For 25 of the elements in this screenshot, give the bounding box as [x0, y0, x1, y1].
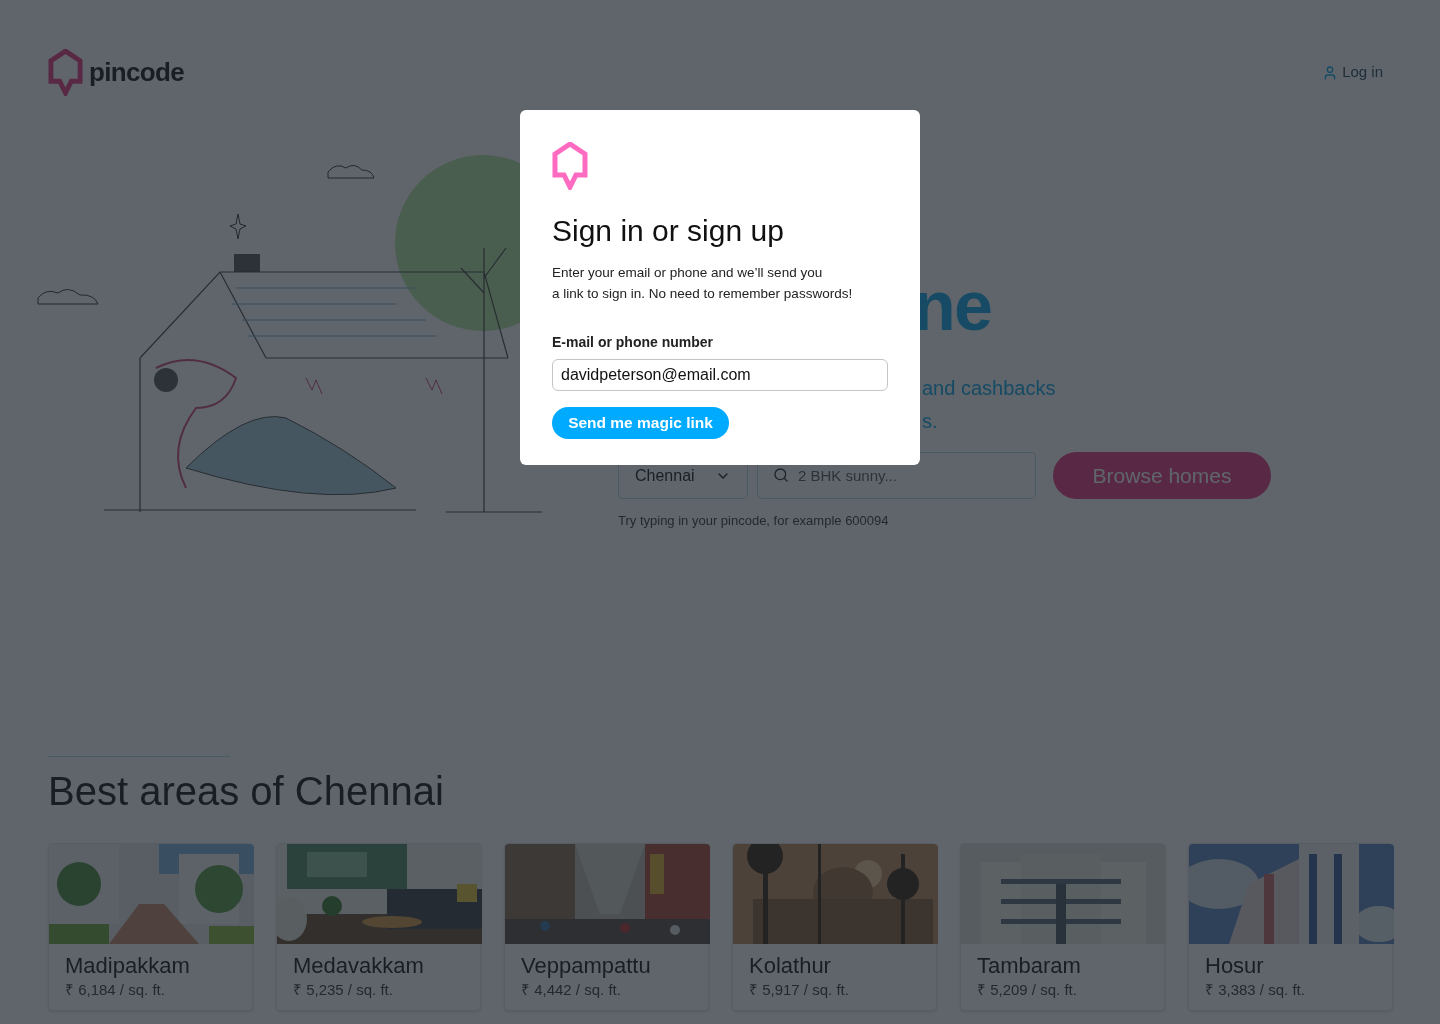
hero-subtitle: s. [922, 409, 938, 434]
area-name: Tambaram [977, 952, 1082, 980]
area-name: Madipakkam [65, 952, 191, 980]
dialog-description: a link to sign in. No need to remember passwords! [552, 285, 854, 303]
area-price: ₹ 4,442 / sq. ft. [521, 980, 622, 1000]
logo-text: pincode [89, 56, 185, 89]
field-label: E-mail or phone number [552, 333, 714, 352]
area-price: ₹ 5,235 / sq. ft. [293, 980, 394, 1000]
section-title: Best areas of Chennai [48, 768, 445, 815]
area-name: Veppampattu [521, 952, 652, 980]
hero-subtitle: and cashbacks [922, 376, 1056, 401]
area-price: ₹ 5,917 / sq. ft. [749, 980, 850, 1000]
area-name: Medavakkam [293, 952, 425, 980]
email-field[interactable]: davidpeterson@email.com [552, 359, 888, 391]
area-price: ₹ 3,383 / sq. ft. [1205, 980, 1306, 1000]
magic-link-button[interactable]: Send me magic link [552, 407, 729, 439]
hero-title: ne [913, 266, 992, 346]
area-name: Hosur [1205, 952, 1265, 980]
search-hint: Try typing in your pincode, for example 600094 [618, 512, 890, 530]
area-name: Kolathur [749, 952, 832, 980]
area-price: ₹ 5,209 / sq. ft. [977, 980, 1078, 1000]
logo-icon [552, 142, 588, 190]
dialog-description: Enter your email or phone and we’ll send you [552, 264, 824, 282]
dialog-title: Sign in or sign up [552, 213, 785, 249]
area-price: ₹ 6,184 / sq. ft. [65, 980, 166, 1000]
